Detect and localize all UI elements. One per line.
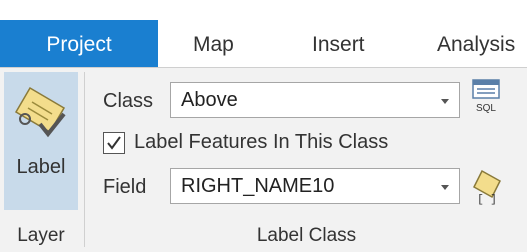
label-features-checkbox-label: Label Features In This Class <box>134 131 389 153</box>
checkmark-icon <box>107 136 121 150</box>
tab-map[interactable]: Map <box>193 20 234 67</box>
chevron-down-icon <box>441 185 449 190</box>
class-dropdown[interactable]: Above <box>170 82 460 118</box>
field-dropdown[interactable]: RIGHT_NAME10 <box>170 168 460 204</box>
layer-group-name: Layer <box>17 225 65 246</box>
label-class-group: Class Above SQL Label Features In This C… <box>86 68 527 252</box>
sql-icon-text: SQL <box>476 103 496 114</box>
class-label: Class <box>103 90 154 112</box>
sql-query-icon[interactable]: SQL <box>470 78 502 114</box>
field-dropdown-value: RIGHT_NAME10 <box>181 175 335 197</box>
label-tag-icon <box>14 86 66 138</box>
tab-insert[interactable]: Insert <box>312 20 365 67</box>
label-button[interactable]: Label <box>4 72 78 210</box>
field-label: Field <box>103 176 147 198</box>
class-dropdown-value: Above <box>181 89 238 111</box>
svg-text:[ ]: [ ] <box>477 194 497 205</box>
chevron-down-icon <box>441 99 449 104</box>
ribbon-panel: Label Layer Class Above SQL Label Featur… <box>0 67 527 252</box>
tab-analysis[interactable]: Analysis <box>437 20 515 67</box>
ribbon-tab-bar: Project Map Insert Analysis <box>0 20 527 67</box>
group-separator <box>84 72 85 247</box>
label-button-text: Label <box>16 156 66 178</box>
tab-project[interactable]: Project <box>0 20 158 67</box>
arcgis-ribbon: Project Map Insert Analysis Label Layer … <box>0 0 527 252</box>
label-expression-icon[interactable]: [ ] <box>470 169 504 205</box>
label-features-checkbox[interactable] <box>103 132 125 154</box>
layer-group: Label Layer <box>0 68 82 252</box>
label-class-group-name: Label Class <box>256 225 357 246</box>
